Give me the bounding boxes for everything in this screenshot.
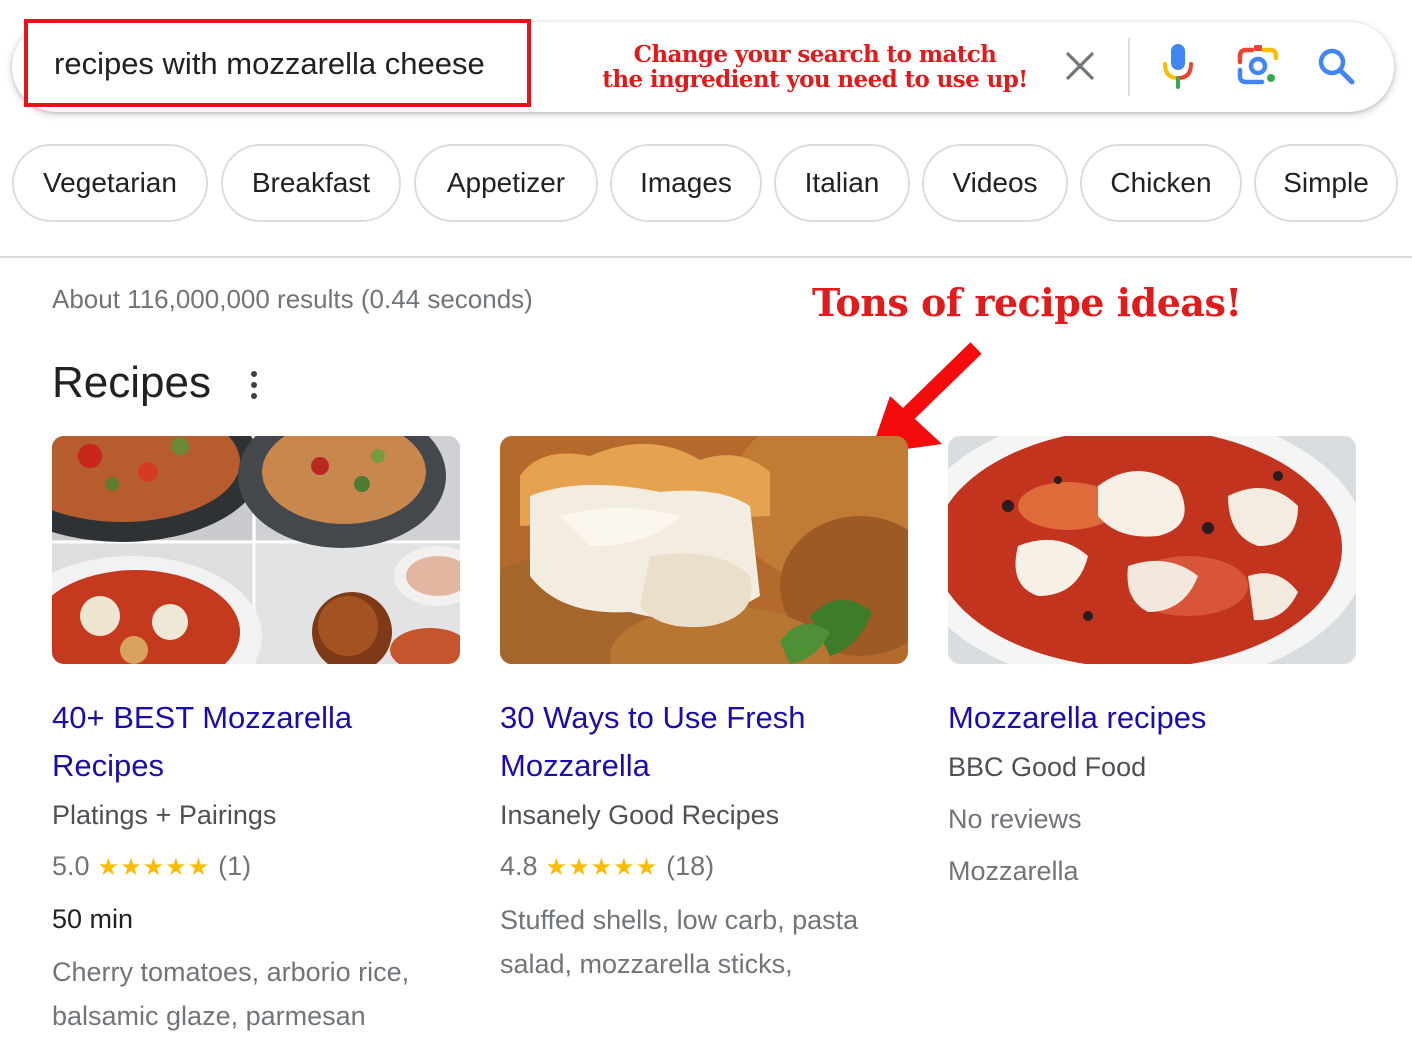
chip-chicken[interactable]: Chicken — [1080, 144, 1242, 222]
recipe-source: Platings + Pairings — [52, 800, 277, 830]
recipe-title-link[interactable]: Mozzarella recipes — [948, 694, 1356, 742]
recipe-reviews: No reviews — [948, 804, 1082, 834]
recipe-ingredients: Cherry tomatoes, arborio rice, balsamic … — [52, 950, 472, 1038]
star-rating-icon: ★★★★★ — [97, 852, 211, 881]
ingredients-line: salad, mozzarella sticks, — [500, 949, 793, 979]
recipe-title-line[interactable]: 40+ BEST Mozzarella — [52, 694, 460, 742]
recipe-title-link[interactable]: 30 Ways to Use Fresh Mozzarella — [500, 694, 908, 790]
recipe-ingredients: Stuffed shells, low carb, pasta salad, m… — [500, 898, 920, 986]
recipe-image[interactable] — [948, 436, 1356, 664]
recipe-source: Insanely Good Recipes — [500, 800, 780, 830]
close-icon — [1066, 52, 1094, 80]
annotation-change-search: Change your search to match the ingredie… — [560, 42, 1070, 92]
search-icon — [1318, 48, 1355, 85]
review-count: (1) — [218, 851, 252, 881]
chip-italian[interactable]: Italian — [774, 144, 910, 222]
review-count: (18) — [666, 851, 715, 881]
recipe-title-link[interactable]: 40+ BEST Mozzarella Recipes — [52, 694, 460, 790]
results-stats: About 116,000,000 results (0.44 seconds) — [52, 284, 533, 314]
chip-breakfast[interactable]: Breakfast — [221, 144, 401, 222]
clear-search-button[interactable] — [1062, 46, 1098, 86]
chip-images[interactable]: Images — [610, 144, 762, 222]
annotation-tons-of-ideas: Tons of recipe ideas! — [812, 280, 1242, 325]
search-bar-divider — [1128, 38, 1130, 96]
filter-chips: Vegetarian Breakfast Appetizer Images It… — [12, 144, 1412, 224]
ingredients-line: balsamic glaze, parmesan — [52, 1001, 366, 1031]
recipe-rating: 4.8 ★★★★★ (18) — [500, 851, 714, 882]
chip-vegetarian[interactable]: Vegetarian — [12, 144, 208, 222]
annotation-line-1: Change your search to match — [633, 41, 997, 68]
recipe-category: Mozzarella — [948, 856, 1079, 886]
lens-search-button[interactable] — [1236, 44, 1280, 88]
recipe-rating: 5.0 ★★★★★ (1) — [52, 851, 251, 882]
star-rating-icon: ★★★★★ — [545, 852, 659, 881]
header-divider — [0, 256, 1412, 258]
ingredients-line: Stuffed shells, low carb, pasta — [500, 905, 859, 935]
recipe-title-line[interactable]: Mozzarella — [500, 742, 908, 790]
chip-videos[interactable]: Videos — [922, 144, 1068, 222]
rating-value: 4.8 — [500, 851, 538, 881]
more-options-icon[interactable] — [244, 368, 264, 402]
annotation-line-2: the ingredient you need to use up! — [602, 66, 1028, 93]
ingredients-line: Cherry tomatoes, arborio rice, — [52, 957, 410, 987]
section-title: Recipes — [52, 358, 211, 407]
recipe-image[interactable] — [52, 436, 460, 664]
recipe-title-line[interactable]: Mozzarella recipes — [948, 694, 1356, 742]
search-input[interactable]: recipes with mozzarella cheese — [54, 46, 485, 82]
recipe-title-line[interactable]: Recipes — [52, 742, 460, 790]
microphone-icon — [1163, 44, 1193, 89]
rating-value: 5.0 — [52, 851, 90, 881]
chip-simple[interactable]: Simple — [1254, 144, 1398, 222]
search-button[interactable] — [1314, 44, 1358, 88]
recipe-title-line[interactable]: 30 Ways to Use Fresh — [500, 694, 908, 742]
recipe-source: BBC Good Food — [948, 752, 1147, 782]
camera-lens-icon — [1237, 45, 1279, 85]
recipe-image[interactable] — [500, 436, 908, 664]
voice-search-button[interactable] — [1158, 42, 1198, 90]
recipe-time: 50 min — [52, 904, 134, 934]
chip-appetizer[interactable]: Appetizer — [414, 144, 598, 222]
